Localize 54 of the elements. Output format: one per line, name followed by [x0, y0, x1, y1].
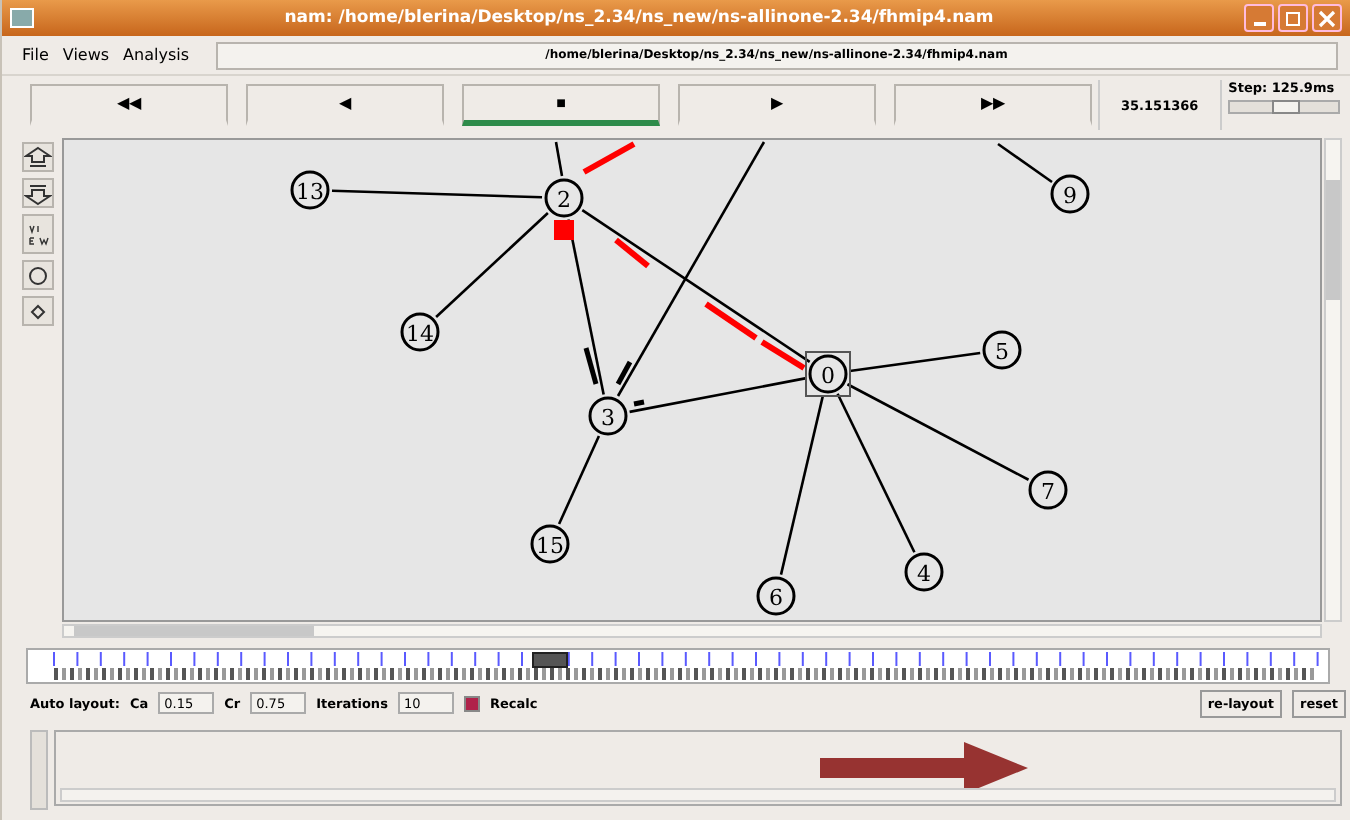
- minimize-button[interactable]: [1244, 4, 1274, 32]
- network-node: 15: [530, 524, 570, 564]
- packet-mark: [760, 339, 806, 371]
- queued-packet-mark: [554, 220, 574, 240]
- link-line: [557, 435, 601, 525]
- link-line: [849, 351, 981, 373]
- scrollbar-thumb[interactable]: [74, 626, 314, 636]
- maximize-button[interactable]: [1278, 4, 1308, 32]
- close-icon: [1318, 9, 1336, 27]
- view-button[interactable]: [22, 214, 54, 254]
- packet-mark: [583, 347, 599, 385]
- network-node: 5: [982, 330, 1022, 370]
- packet-mark: [614, 237, 650, 269]
- menu-item[interactable]: Analysis: [123, 46, 190, 64]
- window-title: nam: /home/blerina/Desktop/ns_2.34/ns_new/ns-allinone-2.34/fhmip4.nam: [282, 8, 996, 28]
- right-arrow-icon: [820, 742, 1028, 794]
- link-line: [554, 141, 564, 177]
- network-node: 4: [904, 552, 944, 592]
- vertical-scrollbar[interactable]: [30, 730, 48, 810]
- window-icon: [10, 8, 34, 28]
- scrollbar-thumb[interactable]: [1326, 180, 1340, 300]
- menu-item[interactable]: File: [22, 46, 49, 64]
- packet-mark: [704, 301, 758, 341]
- packet-mark: [633, 399, 645, 407]
- menu-item[interactable]: Views: [62, 46, 110, 64]
- step-slider-thumb[interactable]: [1272, 100, 1301, 114]
- minimize-icon: [1253, 21, 1265, 25]
- timeline-slider-thumb[interactable]: [532, 652, 568, 668]
- horizontal-scrollbar[interactable]: [60, 788, 1336, 802]
- network-node: 0: [805, 351, 851, 397]
- network-node: 7: [1028, 470, 1068, 510]
- playback-button[interactable]: ◀: [246, 84, 445, 126]
- packet-mark: [582, 141, 636, 175]
- link-line: [435, 212, 549, 318]
- network-node: 13: [290, 170, 330, 210]
- close-button[interactable]: [1312, 4, 1342, 32]
- zoom-out-icon[interactable]: [22, 178, 54, 208]
- view-icon: [24, 220, 52, 248]
- link-line: [997, 142, 1053, 184]
- vertical-scrollbar[interactable]: [1324, 138, 1342, 622]
- horizontal-scrollbar[interactable]: [62, 624, 1322, 638]
- packet-mark: [615, 360, 633, 386]
- playback-button[interactable]: ■: [462, 84, 661, 126]
- zoom-in-icon[interactable]: [22, 142, 54, 172]
- playback-button[interactable]: ◀◀: [30, 84, 229, 126]
- network-node: 6: [756, 576, 796, 616]
- network-node: 9: [1050, 174, 1090, 214]
- maximize-icon: [1284, 9, 1302, 27]
- network-node: 2: [544, 178, 584, 218]
- network-node: 3: [588, 396, 628, 436]
- network-node: 14: [400, 312, 440, 352]
- playback-button[interactable]: ▶▶: [894, 84, 1093, 126]
- recalc-checkbox[interactable]: [463, 695, 480, 711]
- playback-button[interactable]: ▶: [678, 84, 877, 126]
